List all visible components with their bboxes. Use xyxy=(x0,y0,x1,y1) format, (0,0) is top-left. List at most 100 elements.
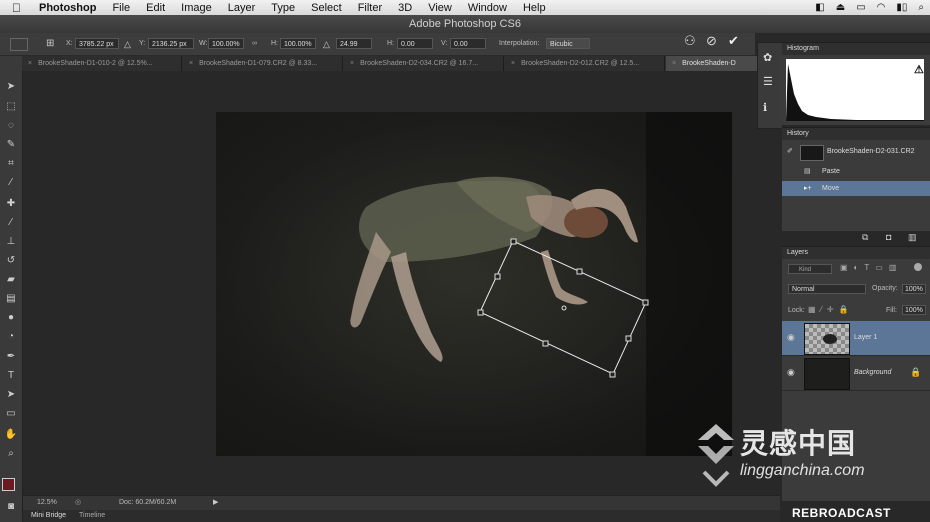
history-step-icon: ▤ xyxy=(804,168,811,175)
history-brush-tool-icon[interactable]: ↺ xyxy=(4,254,18,268)
hand-tool-icon[interactable]: ✋ xyxy=(4,428,18,442)
properties-panel-icon[interactable]: ☰ xyxy=(763,75,773,88)
wifi-icon[interactable]: ◠ xyxy=(877,2,886,13)
clone-stamp-tool-icon[interactable]: ⊥ xyxy=(4,235,18,249)
close-icon[interactable]: × xyxy=(28,60,32,67)
document-image[interactable] xyxy=(216,112,732,456)
layer-filter-icons[interactable]: ▣◐T▭▥ xyxy=(840,263,902,272)
menu-image[interactable]: Image xyxy=(173,2,220,14)
camera-icon[interactable]: ◘ xyxy=(886,232,891,242)
menu-file[interactable]: File xyxy=(104,2,138,14)
shape-tool-icon[interactable]: ▭ xyxy=(4,407,18,421)
commit-transform-icon[interactable]: ✔ xyxy=(728,34,739,47)
marquee-tool-icon[interactable]: ⬚ xyxy=(4,100,18,114)
dodge-tool-icon[interactable]: ◔ xyxy=(4,330,18,344)
spotlight-icon[interactable]: ⌕ xyxy=(918,2,924,13)
type-tool-icon[interactable]: T xyxy=(4,369,18,383)
brush-tool-icon[interactable]: ⁄ xyxy=(4,216,18,230)
watermark-brand-cn: 灵感中国 xyxy=(740,427,857,460)
tab-document-2[interactable]: × BrookeShaden-D1-079.CR2 @ 8.33... xyxy=(183,56,343,71)
status-icon[interactable]: ◧ xyxy=(815,2,824,13)
lock-options-icons[interactable]: ▦⁄✛🔒 xyxy=(808,305,854,314)
screen-icon[interactable]: ▭ xyxy=(856,2,865,13)
move-tool-icon[interactable]: ➤ xyxy=(4,80,18,94)
quick-mask-icon[interactable]: ◙ xyxy=(4,500,18,514)
menu-edit[interactable]: Edit xyxy=(138,2,173,14)
tool-preset-picker[interactable] xyxy=(10,38,28,51)
h-label: H: xyxy=(271,40,278,47)
filter-toggle-icon[interactable] xyxy=(914,263,922,271)
opacity-input[interactable]: 100% xyxy=(902,284,926,294)
h-skew-input[interactable]: 0.00 xyxy=(397,38,433,49)
menu-view[interactable]: View xyxy=(420,2,460,14)
zoom-tool-icon[interactable]: ⌕ xyxy=(4,447,18,461)
brush-source-icon[interactable]: ✐ xyxy=(787,143,793,161)
status-arrow-icon[interactable]: ▶ xyxy=(213,498,218,506)
tab-document-1[interactable]: × BrookeShaden-D1-010-2 @ 12.5%... xyxy=(22,56,182,71)
pen-tool-icon[interactable]: ✒ xyxy=(4,350,18,364)
menu-type[interactable]: Type xyxy=(263,2,303,14)
layer-filter-kind-select[interactable]: Kind xyxy=(788,264,832,274)
menu-layer[interactable]: Layer xyxy=(220,2,264,14)
relative-position-icon[interactable]: △ xyxy=(124,38,131,50)
history-panel-icon[interactable]: ✿ xyxy=(763,51,772,64)
angle-input[interactable]: 24.99 xyxy=(336,38,372,49)
tab-document-4[interactable]: × BrookeShaden-D2-012.CR2 @ 12.5... xyxy=(505,56,665,71)
zoom-level[interactable]: 12.5% xyxy=(37,499,57,506)
height-input[interactable]: 100.00% xyxy=(280,38,316,49)
healing-brush-tool-icon[interactable]: ✚ xyxy=(4,197,18,211)
reference-point-icon[interactable]: ⊞ xyxy=(46,37,59,50)
foreground-color-swatch[interactable] xyxy=(2,478,15,491)
trash-icon[interactable]: ▥ xyxy=(908,232,917,243)
close-icon[interactable]: × xyxy=(189,60,193,67)
blend-mode-select[interactable]: Normal xyxy=(788,284,866,294)
menu-photoshop[interactable]: Photoshop xyxy=(31,2,104,14)
tab-document-3[interactable]: × BrookeShaden-D2-034.CR2 @ 16.7... xyxy=(344,56,504,71)
layer-row-layer-1[interactable]: ◉ Layer 1 xyxy=(782,321,930,356)
menu-filter[interactable]: Filter xyxy=(350,2,390,14)
path-select-tool-icon[interactable]: ➤ xyxy=(4,388,18,402)
tab-mini-bridge[interactable]: Mini Bridge xyxy=(31,512,66,519)
quick-select-tool-icon[interactable]: ✎ xyxy=(4,138,18,152)
history-item-paste[interactable]: ▤ Paste xyxy=(782,164,930,179)
y-position-input[interactable]: 2136.25 px xyxy=(148,38,194,49)
v-skew-input[interactable]: 0.00 xyxy=(450,38,486,49)
options-bar: ⊞ X: 3785.22 px △ Y: 2136.25 px W: 100.0… xyxy=(0,33,755,56)
close-icon[interactable]: × xyxy=(672,60,676,67)
lasso-tool-icon[interactable]: ◌ xyxy=(4,119,18,133)
menu-window[interactable]: Window xyxy=(460,2,515,14)
new-document-from-state-icon[interactable]: ⧉ xyxy=(862,232,868,243)
layer-row-background[interactable]: ◉ Background 🔒 xyxy=(782,356,930,391)
fill-input[interactable]: 100% xyxy=(902,305,926,315)
close-icon[interactable]: × xyxy=(511,60,515,67)
gradient-tool-icon[interactable]: ▤ xyxy=(4,292,18,306)
cancel-transform-icon[interactable]: ⊘ xyxy=(706,34,717,47)
close-icon[interactable]: × xyxy=(350,60,354,67)
history-item-move[interactable]: ▸+ Move xyxy=(782,181,930,196)
menu-3d[interactable]: 3D xyxy=(390,2,420,14)
menu-select[interactable]: Select xyxy=(303,2,350,14)
warp-icon[interactable]: ⚇ xyxy=(684,34,696,47)
eye-icon[interactable]: ◉ xyxy=(787,332,795,343)
tab-timeline[interactable]: Timeline xyxy=(79,512,105,519)
history-snapshot[interactable]: ✐ BrookeShaden-D2-031.CR2 xyxy=(782,143,930,161)
eyedropper-tool-icon[interactable]: ⁄ xyxy=(4,176,18,190)
blur-tool-icon[interactable]: ● xyxy=(4,311,18,325)
battery-icon[interactable]: ▮▯ xyxy=(896,2,907,13)
menu-help[interactable]: Help xyxy=(515,2,554,14)
histogram-title: Histogram xyxy=(782,43,930,55)
warning-icon[interactable]: ⚠ xyxy=(914,64,924,76)
link-icon[interactable]: ∞ xyxy=(252,38,257,50)
interpolation-select[interactable]: Bicubic xyxy=(546,38,590,49)
crop-tool-icon[interactable]: ⌗ xyxy=(4,157,18,171)
info-panel-icon[interactable]: ℹ xyxy=(763,101,767,114)
x-position-input[interactable]: 3785.22 px xyxy=(75,38,119,49)
histogram-graph: ⚠ xyxy=(786,59,924,121)
eject-icon[interactable]: ⏏ xyxy=(836,2,845,13)
eye-icon[interactable]: ◉ xyxy=(787,367,795,378)
snapshot-label: BrookeShaden-D2-031.CR2 xyxy=(827,148,915,155)
status-menu-icon[interactable]: ◎ xyxy=(75,498,81,506)
eraser-tool-icon[interactable]: ▰ xyxy=(4,273,18,287)
width-input[interactable]: 100.00% xyxy=(208,38,244,49)
apple-icon[interactable]:  xyxy=(0,1,31,15)
